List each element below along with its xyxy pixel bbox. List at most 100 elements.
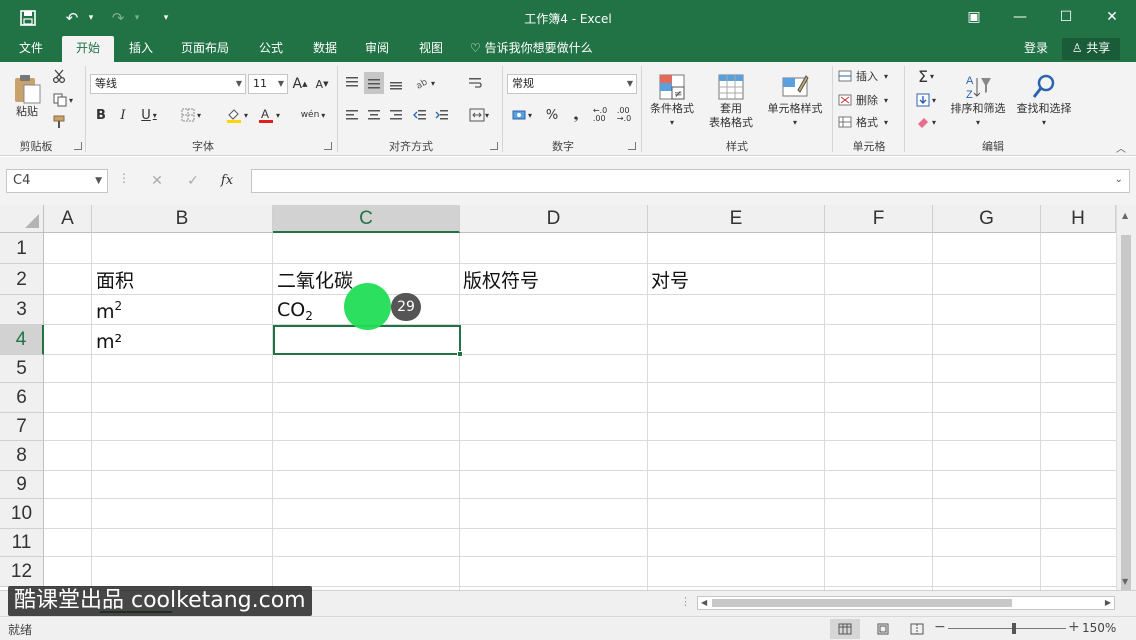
save-icon[interactable] (14, 6, 42, 30)
column-header-B[interactable]: B (92, 205, 273, 233)
zoom-slider-knob[interactable] (1012, 623, 1016, 634)
row-header-10[interactable]: 10 (0, 499, 44, 529)
worksheet-grid[interactable]: ABCDEFGH 1 2 3 4 5 6 7 8 9 10 11 12 面积 二氧化碳 版权符号 对号… (0, 205, 1136, 590)
horizontal-scrollbar[interactable]: ◀ ▶ (697, 596, 1115, 610)
name-box[interactable]: C4 ▼ (6, 169, 108, 193)
scroll-down-icon[interactable]: ▼ (1122, 577, 1128, 586)
orientation-icon[interactable]: ab ▾ (410, 72, 440, 94)
comma-style-icon[interactable]: ❟ (566, 104, 586, 126)
row-header-7[interactable]: 7 (0, 413, 44, 441)
tab-view[interactable]: 视图 (408, 36, 454, 62)
font-size-combo[interactable]: 11 ▼ (248, 74, 288, 94)
scroll-left-icon[interactable]: ◀ (701, 597, 707, 609)
column-header-E[interactable]: E (648, 205, 825, 233)
percent-button[interactable]: % (542, 104, 562, 126)
share-button[interactable]: ♙ 共享 (1062, 38, 1120, 60)
login-link[interactable]: 登录 (1024, 36, 1048, 62)
row-header-11[interactable]: 11 (0, 529, 44, 557)
delete-cells-button[interactable]: 删除 ▾ (838, 90, 898, 110)
increase-indent-icon[interactable] (432, 104, 452, 126)
page-break-view-icon[interactable] (902, 619, 932, 639)
chevron-down-icon[interactable]: ⌄ (1115, 174, 1123, 185)
undo-dropdown-icon[interactable]: ▾ (86, 6, 96, 30)
phonetic-guide-button[interactable]: wén ▾ (298, 104, 328, 126)
tell-me-search[interactable]: ♡ 告诉我你想要做什么 (470, 36, 593, 62)
scroll-right-icon[interactable]: ▶ (1105, 597, 1111, 609)
tab-home[interactable]: 开始 (62, 36, 114, 62)
cell-C3[interactable]: CO2 (277, 299, 313, 323)
vertical-scroll-thumb[interactable] (1121, 235, 1131, 590)
cell-D2[interactable]: 版权符号 (463, 266, 539, 293)
tab-data[interactable]: 数据 (302, 36, 348, 62)
column-header-H[interactable]: H (1041, 205, 1116, 233)
confirm-entry-icon[interactable]: ✓ (182, 171, 204, 191)
format-painter-icon[interactable] (48, 112, 70, 132)
sort-filter-button[interactable]: AZ 排序和筛选 ▾ (946, 66, 1010, 136)
row-header-2[interactable]: 2 (0, 264, 44, 295)
row-header-12[interactable]: 12 (0, 557, 44, 587)
align-right-icon[interactable] (386, 104, 406, 126)
insert-cells-button[interactable]: 插入 ▾ (838, 66, 898, 86)
page-layout-view-icon[interactable] (868, 619, 898, 639)
tab-page-layout[interactable]: 页面布局 (172, 36, 238, 62)
collapse-ribbon-icon[interactable]: ︿ (1116, 140, 1126, 155)
copy-icon[interactable]: ▾ (48, 90, 78, 110)
grow-font-button[interactable]: A ▲ (292, 74, 308, 94)
alignment-launcher-icon[interactable] (490, 142, 498, 150)
zoom-in-button[interactable]: + (1068, 619, 1080, 635)
fill-handle[interactable] (457, 351, 463, 357)
number-format-combo[interactable]: 常规 ▼ (507, 74, 637, 94)
format-cells-button[interactable]: 格式 ▾ (838, 112, 898, 132)
borders-icon[interactable]: ▾ (176, 104, 206, 126)
redo-icon[interactable]: ↷ (104, 6, 132, 30)
cell-B4[interactable]: m² (96, 331, 122, 353)
column-header-C[interactable]: C (273, 205, 460, 233)
close-icon[interactable]: ✕ (1094, 4, 1130, 30)
paste-button[interactable]: 粘贴 (8, 66, 46, 126)
tab-split-grip[interactable]: ⋮ (680, 595, 691, 608)
conditional-formatting-button[interactable]: ≠ 条件格式 ▾ (646, 66, 698, 136)
tab-formulas[interactable]: 公式 (248, 36, 294, 62)
row-header-3[interactable]: 3 (0, 295, 44, 325)
cell-E2[interactable]: 对号 (651, 266, 689, 293)
align-middle-icon[interactable] (364, 72, 384, 94)
fill-down-icon[interactable]: ▾ (910, 90, 942, 110)
font-name-combo[interactable]: 等线 ▼ (90, 74, 246, 94)
column-header-G[interactable]: G (933, 205, 1041, 233)
bold-button[interactable]: B (92, 104, 110, 126)
column-header-F[interactable]: F (825, 205, 933, 233)
insert-function-icon[interactable]: fx (216, 171, 238, 191)
minimize-icon[interactable]: — (1002, 4, 1038, 30)
cancel-entry-icon[interactable]: ✕ (146, 171, 168, 191)
fill-color-icon[interactable]: ▾ (222, 104, 252, 126)
autosum-icon[interactable]: Σ ▾ (910, 66, 942, 86)
cell-B2[interactable]: 面积 (96, 266, 134, 293)
align-bottom-icon[interactable] (386, 72, 406, 94)
accounting-format-icon[interactable]: ▾ (507, 104, 537, 126)
tab-file[interactable]: 文件 (8, 36, 54, 62)
row-header-1[interactable]: 1 (0, 233, 44, 264)
decrease-decimal-icon[interactable]: .00 →.0 (614, 104, 634, 126)
align-top-icon[interactable] (342, 72, 362, 94)
customize-toolbar-icon[interactable]: ▾ (156, 6, 176, 30)
clipboard-launcher-icon[interactable] (74, 142, 82, 150)
find-select-button[interactable]: 查找和选择 ▾ (1012, 66, 1076, 136)
column-header-A[interactable]: A (44, 205, 92, 233)
cell-C2[interactable]: 二氧化碳 (277, 266, 353, 293)
vertical-scrollbar[interactable]: ▲ ▼ (1116, 205, 1136, 590)
row-header-6[interactable]: 6 (0, 383, 44, 413)
zoom-out-button[interactable]: − (934, 619, 946, 635)
merge-center-icon[interactable]: ▾ (464, 104, 494, 126)
increase-decimal-icon[interactable]: ←.0.00 (590, 104, 610, 126)
select-all-button[interactable] (0, 205, 44, 233)
decrease-indent-icon[interactable] (410, 104, 430, 126)
align-left-icon[interactable] (342, 104, 362, 126)
cut-icon[interactable] (48, 66, 70, 86)
font-color-icon[interactable]: A ▾ (254, 104, 284, 126)
zoom-level[interactable]: 150% (1082, 621, 1116, 635)
shrink-font-button[interactable]: A ▼ (314, 74, 330, 94)
scroll-up-icon[interactable]: ▲ (1122, 211, 1128, 220)
horizontal-scroll-thumb[interactable] (712, 599, 1012, 607)
column-header-D[interactable]: D (460, 205, 648, 233)
normal-view-icon[interactable] (830, 619, 860, 639)
